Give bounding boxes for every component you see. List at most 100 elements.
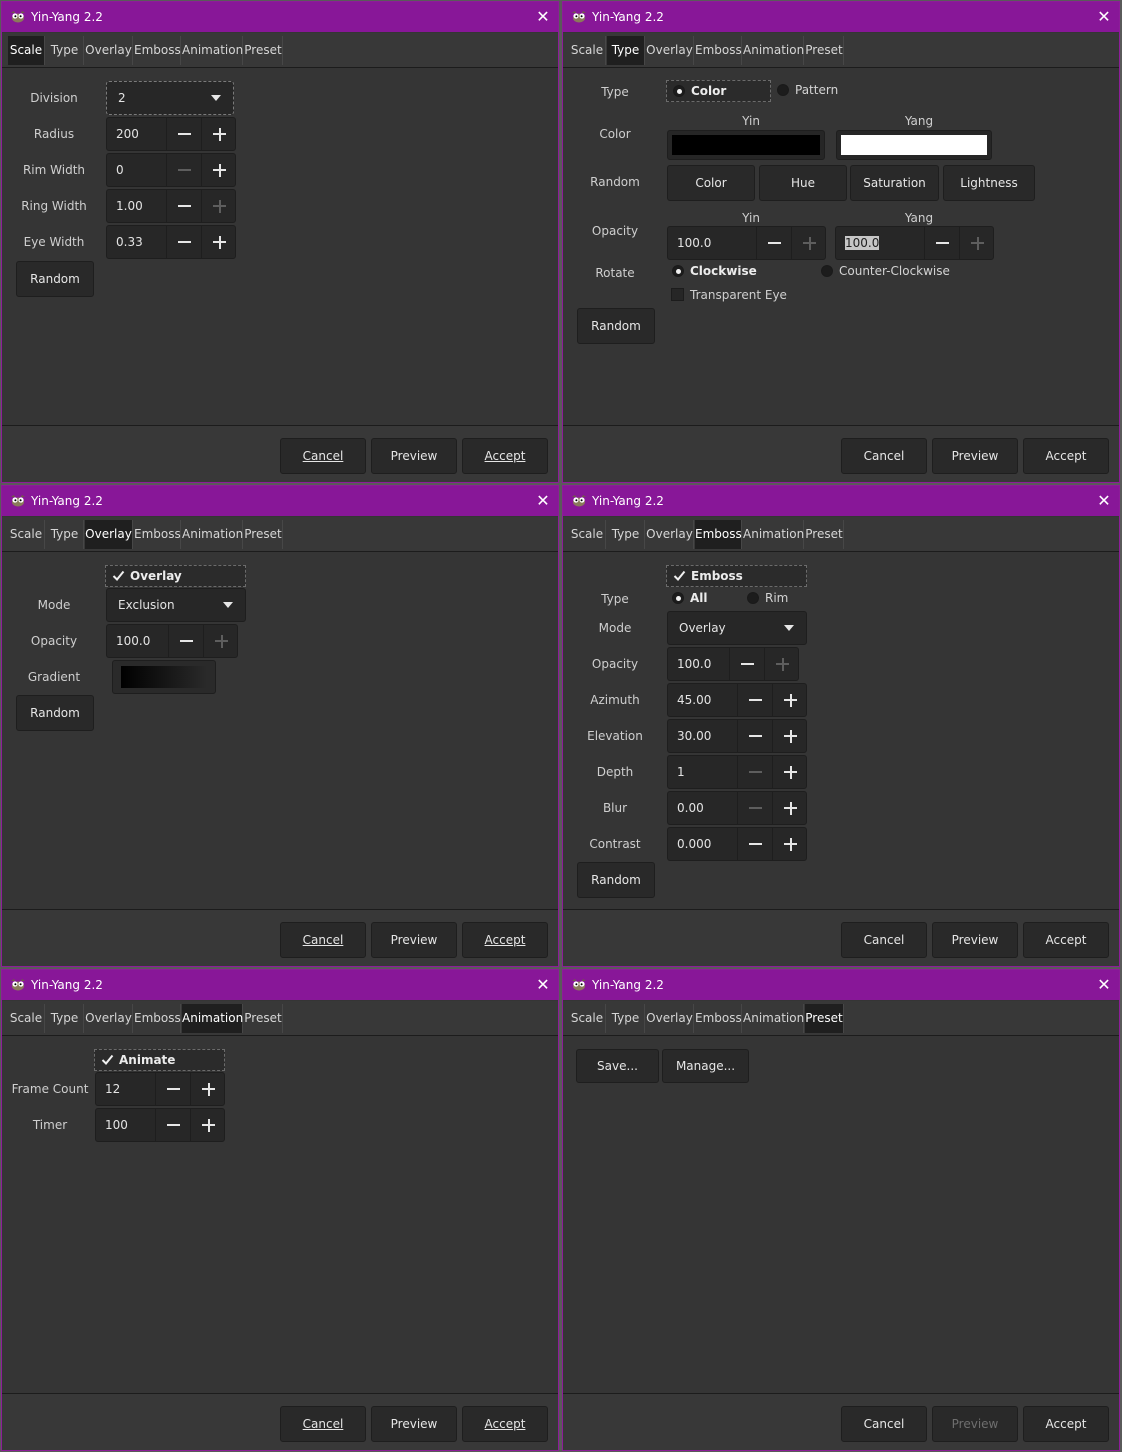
tab-overlay[interactable]: Overlay <box>646 36 694 65</box>
division-dropdown[interactable]: 2 <box>106 81 234 115</box>
eye-width-increment-button[interactable] <box>201 226 236 258</box>
rim-width-value[interactable]: 0 <box>107 154 124 186</box>
cancel-button[interactable]: Cancel <box>280 922 366 958</box>
frame-count-increment-button[interactable] <box>190 1073 225 1105</box>
eye-width-spinbox[interactable]: 0.33 <box>106 225 236 259</box>
timer-spinbox[interactable]: 100 <box>95 1108 225 1142</box>
yang-opacity-increment-button[interactable] <box>959 227 994 259</box>
tab-emboss[interactable]: Emboss <box>695 1004 742 1033</box>
radius-value[interactable]: 200 <box>107 118 139 150</box>
tab-type[interactable]: Type <box>46 520 84 549</box>
ring-width-increment-button[interactable] <box>201 190 236 222</box>
preview-button[interactable]: Preview <box>371 1406 457 1442</box>
tab-preset[interactable]: Preset <box>244 520 283 549</box>
contrast-decrement-button[interactable] <box>737 828 772 860</box>
close-button[interactable]: ✕ <box>1089 2 1119 32</box>
yin-opacity-increment-button[interactable] <box>791 227 826 259</box>
yin-opacity-spinbox[interactable]: 100.0 <box>667 226 826 260</box>
cancel-button[interactable]: Cancel <box>280 438 366 474</box>
frame-count-value[interactable]: 12 <box>96 1073 120 1105</box>
tab-overlay[interactable]: Overlay <box>646 1004 694 1033</box>
tab-animation[interactable]: Animation <box>743 36 804 65</box>
contrast-spinbox[interactable]: 0.000 <box>667 827 807 861</box>
tab-overlay[interactable]: Overlay <box>646 520 694 549</box>
tab-preset[interactable]: Preset <box>244 36 283 65</box>
save-preset-button[interactable]: Save... <box>576 1049 659 1083</box>
radius-spinbox[interactable]: 200 <box>106 117 236 151</box>
tab-emboss[interactable]: Emboss <box>134 520 181 549</box>
gradient-button[interactable] <box>112 660 216 694</box>
tab-overlay[interactable]: Overlay <box>85 1004 133 1033</box>
tab-preset[interactable]: Preset <box>805 520 844 549</box>
azimuth-value[interactable]: 45.00 <box>668 684 711 716</box>
rotate-clockwise-radio[interactable]: Clockwise <box>666 261 786 283</box>
blur-value[interactable]: 0.00 <box>668 792 704 824</box>
preview-button[interactable]: Preview <box>371 438 457 474</box>
depth-increment-button[interactable] <box>772 756 807 788</box>
preview-button[interactable]: Preview <box>932 922 1018 958</box>
eye-width-decrement-button[interactable] <box>166 226 201 258</box>
radius-decrement-button[interactable] <box>166 118 201 150</box>
blur-increment-button[interactable] <box>772 792 807 824</box>
blur-spinbox[interactable]: 0.00 <box>667 791 807 825</box>
tab-scale[interactable]: Scale <box>8 520 45 549</box>
tab-emboss[interactable]: Emboss <box>134 1004 181 1033</box>
cancel-button[interactable]: Cancel <box>280 1406 366 1442</box>
mode-dropdown[interactable]: Overlay <box>667 611 807 645</box>
random-saturation-button[interactable]: Saturation <box>850 165 939 201</box>
tab-type[interactable]: Type <box>607 36 645 65</box>
opacity-value[interactable]: 100.0 <box>668 648 711 680</box>
type-pattern-radio[interactable]: Pattern <box>771 80 851 102</box>
rotate-counter-clockwise-radio[interactable]: Counter-Clockwise <box>815 261 955 283</box>
mode-dropdown[interactable]: Exclusion <box>106 588 246 622</box>
close-button[interactable]: ✕ <box>1089 970 1119 1000</box>
tab-scale[interactable]: Scale <box>569 36 606 65</box>
accept-button[interactable]: Accept <box>1023 922 1109 958</box>
tab-animation[interactable]: Animation <box>182 1004 243 1033</box>
accept-button[interactable]: Accept <box>1023 1406 1109 1442</box>
tab-preset[interactable]: Preset <box>244 1004 283 1033</box>
opacity-spinbox[interactable]: 100.0 <box>106 624 238 658</box>
azimuth-decrement-button[interactable] <box>737 684 772 716</box>
random-button[interactable]: Random <box>577 862 655 898</box>
blur-decrement-button[interactable] <box>737 792 772 824</box>
yin-opacity-decrement-button[interactable] <box>756 227 791 259</box>
contrast-value[interactable]: 0.000 <box>668 828 711 860</box>
tab-type[interactable]: Type <box>46 36 84 65</box>
yang-color-button[interactable] <box>836 130 992 160</box>
random-button[interactable]: Random <box>16 695 94 731</box>
yin-opacity-value[interactable]: 100.0 <box>668 227 711 259</box>
manage-presets-button[interactable]: Manage... <box>662 1049 749 1083</box>
elevation-decrement-button[interactable] <box>737 720 772 752</box>
close-button[interactable]: ✕ <box>528 2 558 32</box>
yang-opacity-value[interactable]: 100.0 <box>836 227 880 259</box>
depth-value[interactable]: 1 <box>668 756 685 788</box>
random-color-button[interactable]: Color <box>667 165 755 201</box>
opacity-decrement-button[interactable] <box>168 625 203 657</box>
close-button[interactable]: ✕ <box>528 970 558 1000</box>
tab-type[interactable]: Type <box>607 1004 645 1033</box>
rim-width-spinbox[interactable]: 0 <box>106 153 236 187</box>
ring-width-decrement-button[interactable] <box>166 190 201 222</box>
tab-scale[interactable]: Scale <box>8 1004 45 1033</box>
tab-scale[interactable]: Scale <box>8 36 45 65</box>
random-hue-button[interactable]: Hue <box>759 165 847 201</box>
preview-button[interactable]: Preview <box>371 922 457 958</box>
accept-button[interactable]: Accept <box>1023 438 1109 474</box>
depth-spinbox[interactable]: 1 <box>667 755 807 789</box>
tab-emboss[interactable]: Emboss <box>134 36 181 65</box>
opacity-increment-button[interactable] <box>764 648 799 680</box>
contrast-increment-button[interactable] <box>772 828 807 860</box>
ring-width-spinbox[interactable]: 1.00 <box>106 189 236 223</box>
yang-opacity-spinbox[interactable]: 100.0 <box>835 226 994 260</box>
tab-type[interactable]: Type <box>607 520 645 549</box>
rim-width-increment-button[interactable] <box>201 154 236 186</box>
tab-animation[interactable]: Animation <box>182 520 243 549</box>
preview-button[interactable]: Preview <box>932 1406 1018 1442</box>
accept-button[interactable]: Accept <box>462 922 548 958</box>
tab-scale[interactable]: Scale <box>569 520 606 549</box>
elevation-spinbox[interactable]: 30.00 <box>667 719 807 753</box>
eye-width-value[interactable]: 0.33 <box>107 226 143 258</box>
close-button[interactable]: ✕ <box>1089 486 1119 516</box>
tab-animation[interactable]: Animation <box>182 36 243 65</box>
